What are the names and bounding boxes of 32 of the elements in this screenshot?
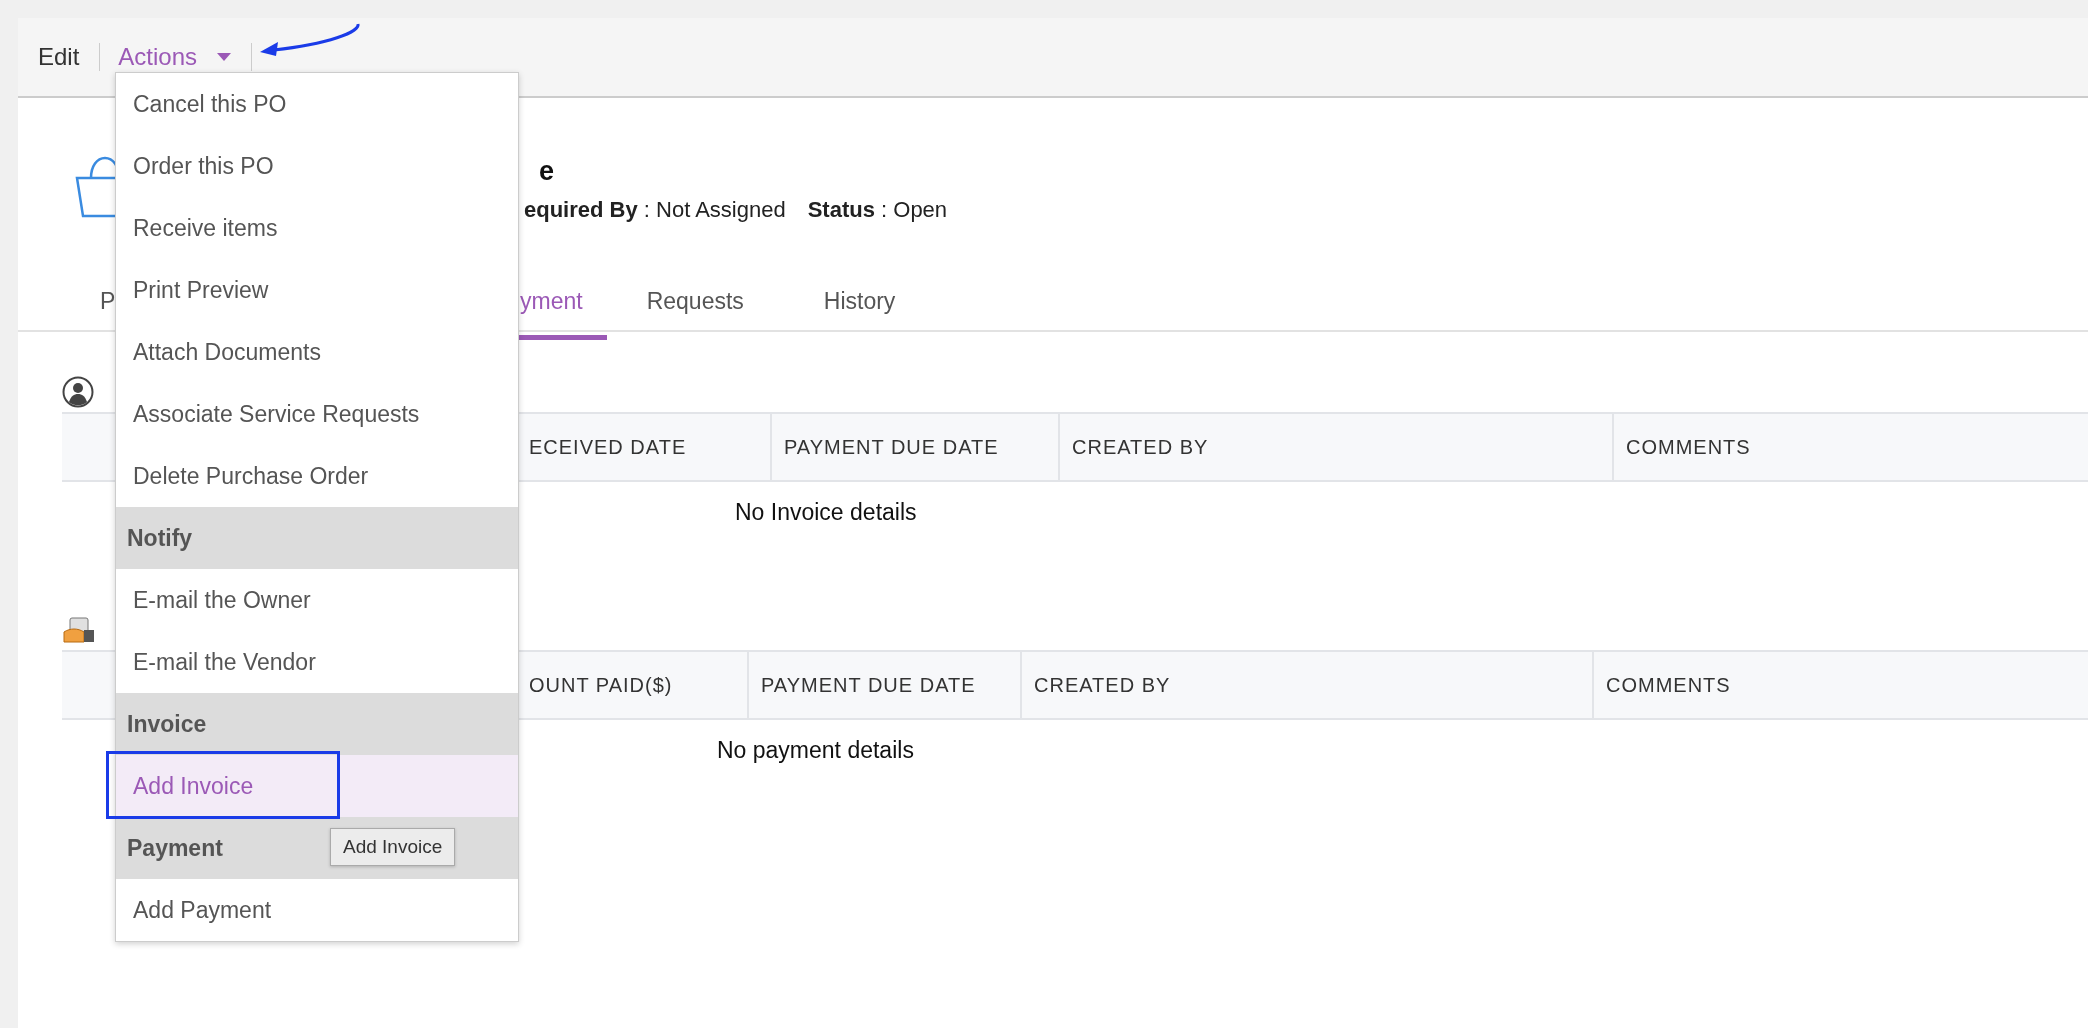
column-header: CREATED BY [1020,652,1592,718]
column-header: CREATED BY [1058,414,1612,480]
actions-menu-button[interactable]: Actions [118,43,198,71]
caret-icon [217,53,232,61]
menu-item[interactable]: Add Invoice [116,755,518,817]
tab[interactable]: Requests [646,266,744,340]
column-header: OUNT PAID($) [528,672,674,698]
user-circle-icon [62,376,94,408]
status-text: Status : Open [807,197,948,222]
column-header: PAYMENT DUE DATE [770,414,1058,480]
column-header: ECEIVED DATE [528,434,688,460]
empty-message: No payment details [717,736,914,764]
tab[interactable]: History [823,266,896,340]
menu-item[interactable]: Add Payment [116,879,518,941]
menu-item[interactable]: Delete Purchase Order [116,445,518,507]
order-title: e [538,156,556,187]
payment-icon [62,616,96,646]
column-header: COMMENTS [1592,652,2088,718]
required-by-text: equired By : Not Assigned [524,197,786,222]
menu-item[interactable]: E-mail the Owner [116,569,518,631]
menu-item[interactable]: Order this PO [116,135,518,197]
column-header: COMMENTS [1612,414,2088,480]
edit-link[interactable]: Edit [38,43,80,71]
menu-section-header: Notify [116,507,518,569]
menu-item[interactable]: Cancel this PO [116,73,518,135]
tooltip: Add Invoice [330,828,456,866]
menu-item[interactable]: Associate Service Requests [116,383,518,445]
menu-section-header: Invoice [116,693,518,755]
column-header: PAYMENT DUE DATE [747,652,1020,718]
menu-item[interactable]: E-mail the Vendor [116,631,518,693]
empty-message: No Invoice details [735,498,917,526]
menu-item[interactable]: Receive items [116,197,518,259]
